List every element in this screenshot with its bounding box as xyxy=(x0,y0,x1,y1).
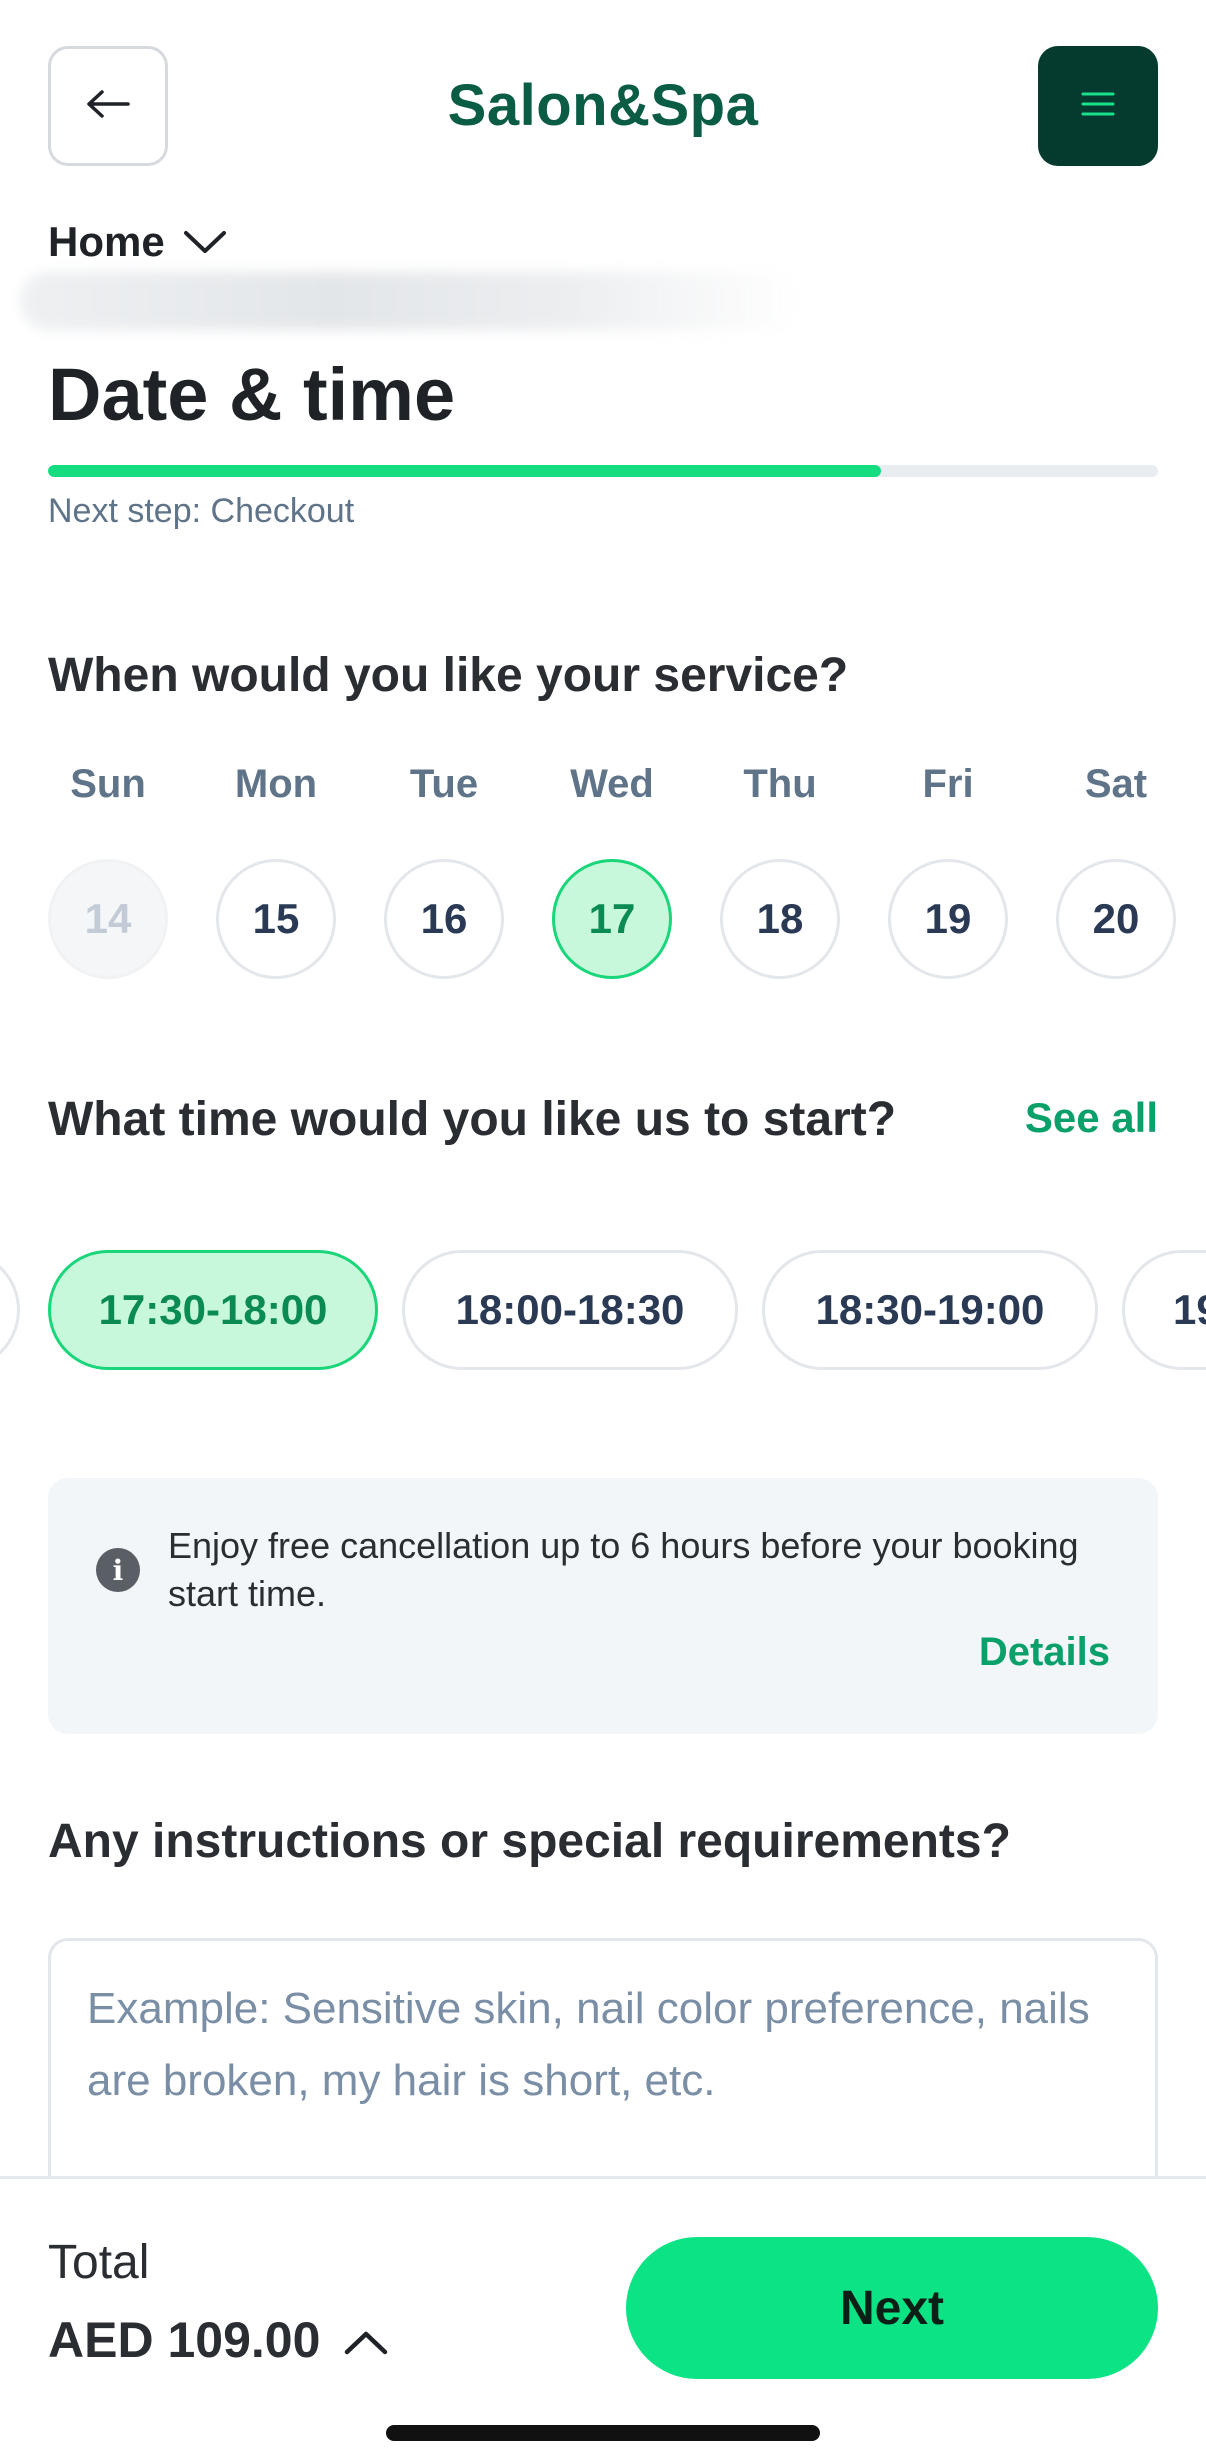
breadcrumb-label: Home xyxy=(48,218,165,265)
time-slot-partial[interactable]: 19 xyxy=(1122,1250,1206,1370)
date-picker: Sun 14 Mon 15 Tue 16 Wed 17 Thu 18 Fri 1… xyxy=(48,762,1176,1002)
date-option-16[interactable]: 16 xyxy=(384,859,504,979)
see-all-link[interactable]: See all xyxy=(1025,1094,1158,1142)
day-sat: Sat 20 xyxy=(1056,762,1176,979)
chevron-down-icon xyxy=(183,218,227,266)
breadcrumb[interactable]: Home xyxy=(48,218,227,266)
app-header: Salon&Spa xyxy=(0,0,1206,210)
cancellation-info-box: i Enjoy free cancellation up to 6 hours … xyxy=(48,1478,1158,1734)
date-option-19[interactable]: 19 xyxy=(888,859,1008,979)
day-name: Sun xyxy=(70,762,146,806)
date-option-17[interactable]: 17 xyxy=(552,859,672,979)
day-mon: Mon 15 xyxy=(216,762,336,979)
date-option-14[interactable]: 14 xyxy=(48,859,168,979)
day-sun: Sun 14 xyxy=(48,762,168,979)
chevron-up-icon xyxy=(344,2311,388,2369)
day-name: Sat xyxy=(1084,762,1148,806)
day-wed: Wed 17 xyxy=(552,762,672,979)
progress-fill xyxy=(48,465,881,477)
hamburger-menu-icon xyxy=(1081,91,1115,122)
blurred-breadcrumb-path xyxy=(20,272,800,330)
time-slot-partial[interactable] xyxy=(0,1250,20,1370)
time-slot[interactable]: 17:30-18:00 xyxy=(48,1250,378,1370)
menu-button[interactable] xyxy=(1038,46,1158,166)
time-slot[interactable]: 18:00-18:30 xyxy=(402,1250,738,1370)
page-title: Date & time xyxy=(48,353,456,436)
total-summary-toggle[interactable]: AED 109.00 xyxy=(48,2311,388,2369)
next-button[interactable]: Next xyxy=(626,2237,1158,2379)
home-indicator xyxy=(386,2425,820,2441)
day-name: Wed xyxy=(570,762,654,806)
next-step-label: Next step: Checkout xyxy=(48,492,355,530)
day-name: Tue xyxy=(409,762,479,806)
details-link[interactable]: Details xyxy=(979,1630,1110,1675)
time-slot[interactable]: 18:30-19:00 xyxy=(762,1250,1098,1370)
total-value: AED 109.00 xyxy=(48,2312,321,2368)
progress-bar xyxy=(48,465,1158,477)
info-icon: i xyxy=(96,1548,140,1592)
brand-logo: Salon&Spa xyxy=(447,73,759,138)
date-option-18[interactable]: 18 xyxy=(720,859,840,979)
instructions-question: Any instructions or special requirements… xyxy=(48,1815,1011,1868)
total-label: Total xyxy=(48,2236,150,2289)
day-fri: Fri 19 xyxy=(888,762,1008,979)
date-option-15[interactable]: 15 xyxy=(216,859,336,979)
time-question: What time would you like us to start? xyxy=(48,1093,897,1146)
date-option-20[interactable]: 20 xyxy=(1056,859,1176,979)
day-tue: Tue 16 xyxy=(384,762,504,979)
bottom-bar: Total AED 109.00 Next xyxy=(0,2176,1206,2458)
day-thu: Thu 18 xyxy=(720,762,840,979)
instructions-textarea[interactable]: Example: Sensitive skin, nail color pref… xyxy=(48,1938,1158,2198)
date-question: When would you like your service? xyxy=(48,649,849,702)
day-name: Thu xyxy=(743,762,817,806)
info-text: Enjoy free cancellation up to 6 hours be… xyxy=(168,1525,1079,1614)
day-name: Fri xyxy=(922,762,974,806)
time-slot-carousel[interactable]: 17:30-18:00 18:00-18:30 18:30-19:00 19 xyxy=(0,1250,1206,1372)
day-name: Mon xyxy=(234,762,318,806)
